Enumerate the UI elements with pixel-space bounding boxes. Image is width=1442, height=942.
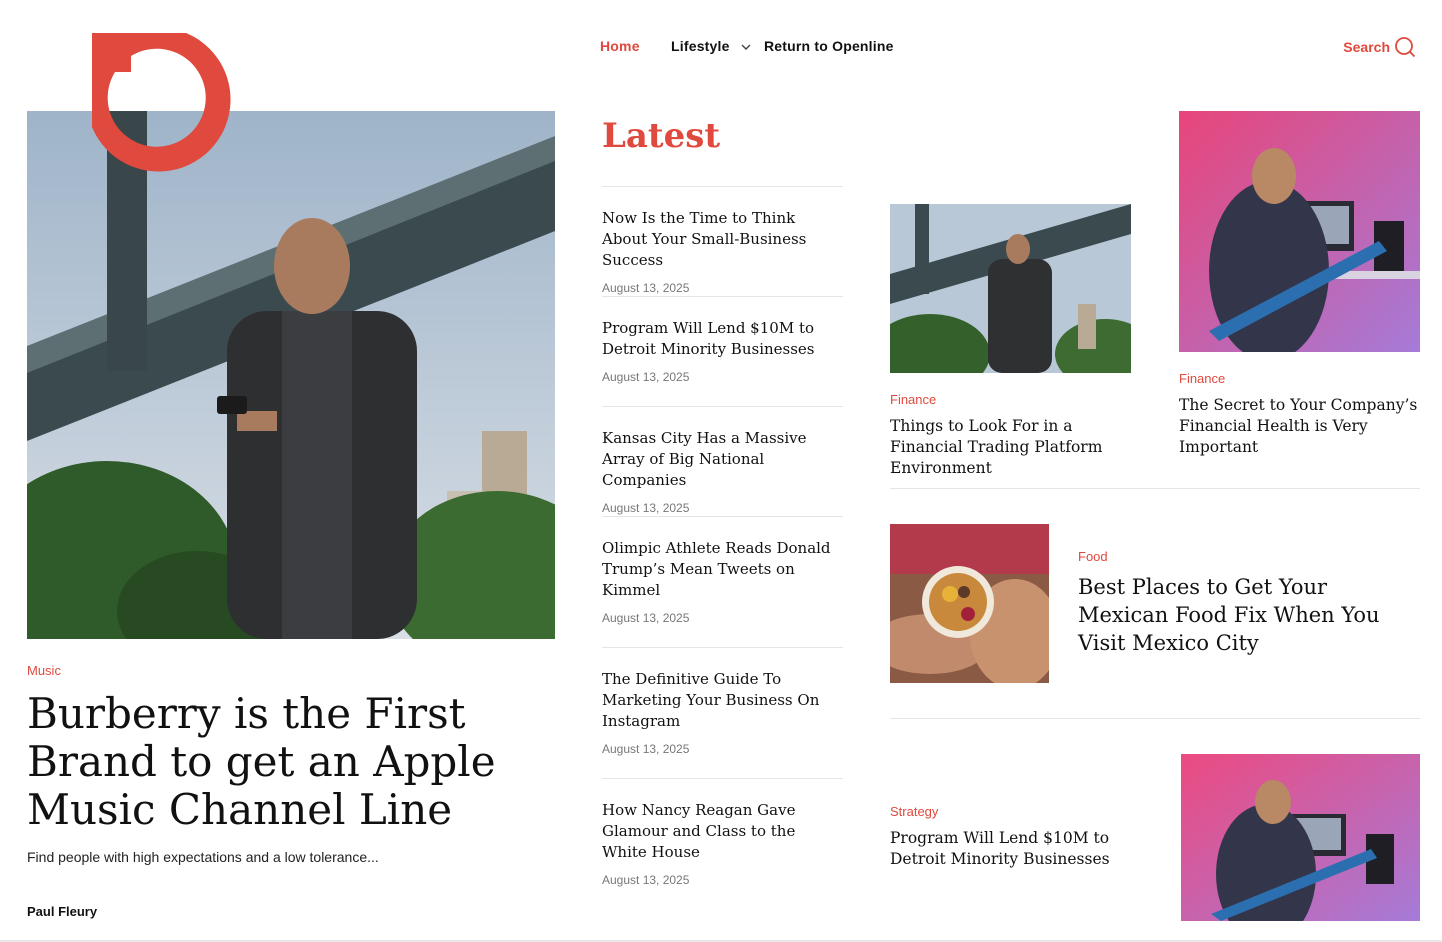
card-category[interactable]: Finance — [1179, 371, 1225, 386]
card-title[interactable]: Things to Look For in a Financial Tradin… — [890, 416, 1140, 479]
latest-item: How Nancy Reagan Gave Glamour and Class … — [602, 778, 843, 887]
card-image[interactable] — [890, 524, 1049, 683]
latest-item-title[interactable]: Olimpic Athlete Reads Donald Trump’s Mea… — [602, 538, 843, 601]
latest-item-date: August 13, 2025 — [602, 370, 690, 384]
latest-item-title[interactable]: Now Is the Time to Think About Your Smal… — [602, 208, 843, 271]
latest-item-date: August 13, 2025 — [602, 281, 690, 295]
hero-excerpt: Find people with high expectations and a… — [27, 849, 379, 865]
latest-item-date: August 13, 2025 — [602, 873, 690, 887]
card-image[interactable] — [1179, 111, 1420, 352]
card-image[interactable] — [890, 204, 1131, 373]
divider — [890, 488, 1420, 489]
latest-item: Kansas City Has a Massive Array of Big N… — [602, 406, 843, 515]
site-logo[interactable] — [92, 33, 236, 177]
card-category[interactable]: Strategy — [890, 804, 938, 819]
hero-title[interactable]: Burberry is the First Brand to get an Ap… — [27, 690, 555, 834]
card-image[interactable] — [1181, 754, 1420, 921]
nav-lifestyle-label: Lifestyle — [671, 38, 730, 54]
card-title-large[interactable]: Best Places to Get Your Mexican Food Fix… — [1078, 573, 1408, 657]
nav-home[interactable]: Home — [600, 38, 640, 54]
hero-author[interactable]: Paul Fleury — [27, 904, 97, 919]
search-button[interactable]: Search — [1343, 36, 1416, 58]
latest-heading: Latest — [602, 116, 721, 156]
card-category[interactable]: Food — [1078, 549, 1108, 564]
latest-item-date: August 13, 2025 — [602, 742, 690, 756]
latest-item-title[interactable]: The Definitive Guide To Marketing Your B… — [602, 669, 843, 732]
latest-item-title[interactable]: Kansas City Has a Massive Array of Big N… — [602, 428, 843, 491]
latest-item: Now Is the Time to Think About Your Smal… — [602, 186, 843, 295]
hero-category[interactable]: Music — [27, 663, 61, 678]
latest-item-date: August 13, 2025 — [602, 501, 690, 515]
latest-item-title[interactable]: How Nancy Reagan Gave Glamour and Class … — [602, 800, 843, 863]
latest-item-title[interactable]: Program Will Lend $10M to Detroit Minori… — [602, 318, 843, 360]
nav-lifestyle[interactable]: Lifestyle — [671, 38, 751, 54]
card-category[interactable]: Finance — [890, 392, 936, 407]
card-title[interactable]: Program Will Lend $10M to Detroit Minori… — [890, 828, 1140, 870]
latest-item-date: August 13, 2025 — [602, 611, 690, 625]
search-label: Search — [1343, 39, 1390, 55]
nav-return-to-openline[interactable]: Return to Openline — [764, 38, 894, 54]
hero-image[interactable] — [27, 111, 555, 639]
latest-item: Program Will Lend $10M to Detroit Minori… — [602, 296, 843, 384]
latest-item: Olimpic Athlete Reads Donald Trump’s Mea… — [602, 516, 843, 625]
chevron-down-icon — [741, 44, 751, 51]
card-title[interactable]: The Secret to Your Company’s Financial H… — [1179, 395, 1420, 458]
latest-item: The Definitive Guide To Marketing Your B… — [602, 647, 843, 756]
divider — [890, 718, 1420, 719]
search-icon — [1395, 37, 1416, 58]
